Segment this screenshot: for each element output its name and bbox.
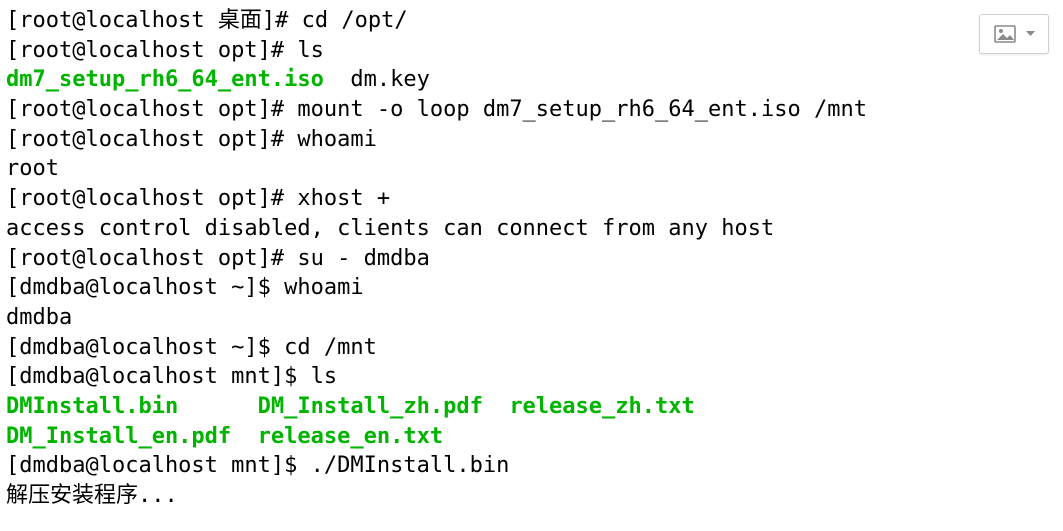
terminal-line: DMInstall.bin DM_Install_zh.pdf release_…	[6, 392, 1057, 422]
terminal-text-segment: [root@localhost opt]# su - dmdba	[6, 246, 430, 271]
terminal-text-segment: root	[6, 156, 59, 181]
terminal-line: dm7_setup_rh6_64_ent.iso dm.key	[6, 65, 1057, 95]
terminal-line: [root@localhost opt]# xhost +	[6, 184, 1057, 214]
image-options-button[interactable]	[979, 14, 1049, 54]
terminal-line: [dmdba@localhost ~]$ cd /mnt	[6, 333, 1057, 363]
terminal-line: [root@localhost 桌面]# cd /opt/	[6, 6, 1057, 36]
terminal-line: [root@localhost opt]# mount -o loop dm7_…	[6, 95, 1057, 125]
terminal-text-segment: [dmdba@localhost ~]$ whoami	[6, 275, 364, 300]
terminal-text-segment: [dmdba@localhost ~]$ cd /mnt	[6, 335, 377, 360]
terminal-text-segment: [dmdba@localhost mnt]$ ./DMInstall.bin	[6, 453, 509, 478]
terminal-line: root	[6, 154, 1057, 184]
terminal-text-segment: dm.key	[324, 67, 430, 92]
terminal-line: dmdba	[6, 303, 1057, 333]
terminal-line: [dmdba@localhost mnt]$ ./DMInstall.bin	[6, 451, 1057, 481]
terminal-line: [dmdba@localhost ~]$ whoami	[6, 273, 1057, 303]
terminal-line: [dmdba@localhost mnt]$ ls	[6, 362, 1057, 392]
terminal-text-segment: 解压安装程序...	[6, 483, 178, 508]
terminal-text-segment: dmdba	[6, 305, 72, 330]
terminal-text-segment: dm7_setup_rh6_64_ent.iso	[6, 67, 324, 92]
terminal-line: DM_Install_en.pdf release_en.txt	[6, 422, 1057, 452]
terminal-text-segment: [root@localhost opt]# whoami	[6, 127, 377, 152]
terminal-text-segment: [root@localhost opt]# ls	[6, 38, 324, 63]
terminal-text-segment: DMInstall.bin DM_Install_zh.pdf release_…	[6, 394, 695, 419]
terminal-line: [root@localhost opt]# whoami	[6, 125, 1057, 155]
terminal-text-segment: [root@localhost opt]# mount -o loop dm7_…	[6, 97, 867, 122]
terminal-text-segment: access control disabled, clients can con…	[6, 216, 774, 241]
terminal-line: [root@localhost opt]# su - dmdba	[6, 244, 1057, 274]
terminal-text-segment: [dmdba@localhost mnt]$ ls	[6, 364, 337, 389]
terminal-text-segment: DM_Install_en.pdf release_en.txt	[6, 424, 443, 449]
chevron-down-icon	[1026, 31, 1035, 37]
terminal-text-segment: [root@localhost 桌面]# cd /opt/	[6, 8, 408, 33]
terminal-line: 解压安装程序...	[6, 481, 1057, 511]
terminal-line: [root@localhost opt]# ls	[6, 36, 1057, 66]
terminal-output[interactable]: [root@localhost 桌面]# cd /opt/ [root@local…	[6, 6, 1057, 511]
image-icon	[994, 25, 1016, 43]
terminal-text-segment: [root@localhost opt]# xhost +	[6, 186, 390, 211]
terminal-line: access control disabled, clients can con…	[6, 214, 1057, 244]
